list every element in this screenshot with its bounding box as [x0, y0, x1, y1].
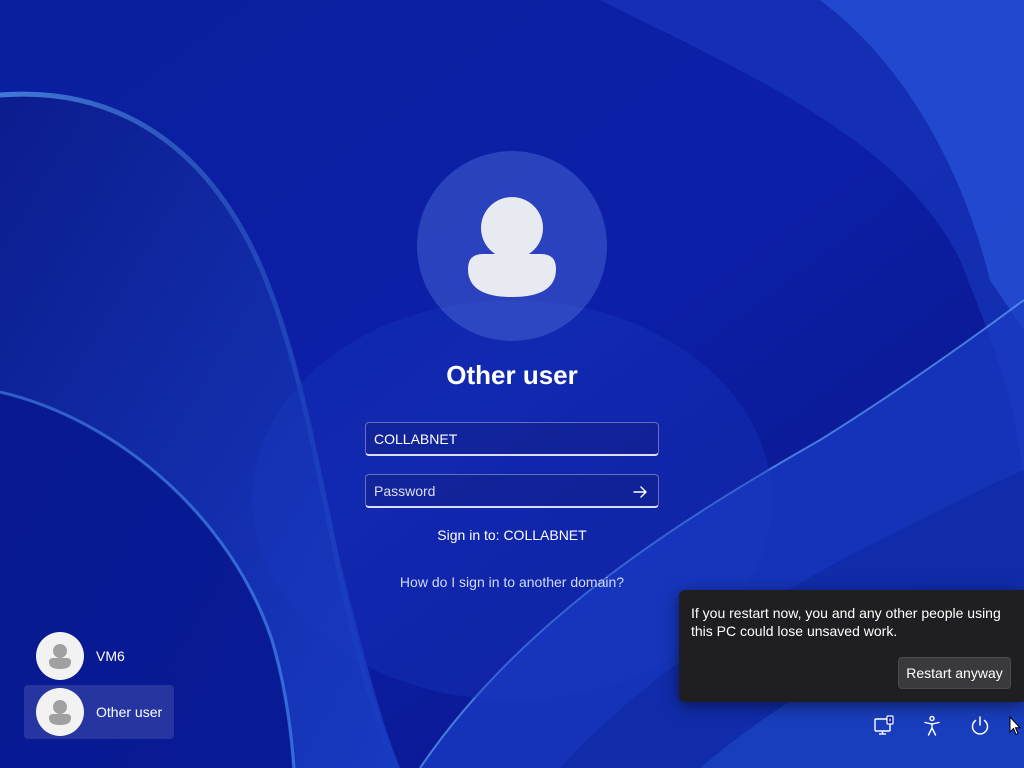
- power-icon[interactable]: [968, 714, 992, 738]
- user-tile-label: VM6: [96, 648, 125, 664]
- user-name-title: Other user: [446, 360, 578, 390]
- username-field[interactable]: [365, 422, 659, 456]
- accessibility-icon[interactable]: [920, 714, 944, 738]
- sign-in-to-text: Sign in to: COLLABNET: [437, 527, 587, 543]
- person-icon: [49, 700, 71, 725]
- restart-anyway-button[interactable]: Restart anyway: [898, 657, 1011, 689]
- restart-warning-popup: If you restart now, you and any other pe…: [679, 590, 1024, 702]
- person-icon: [49, 644, 71, 669]
- restart-warning-message: If you restart now, you and any other pe…: [691, 605, 1001, 639]
- password-field[interactable]: [365, 474, 659, 508]
- user-avatar: [417, 151, 607, 341]
- network-icon[interactable]: [872, 714, 896, 738]
- avatar: [36, 688, 84, 736]
- submit-arrow-icon[interactable]: [630, 482, 650, 502]
- user-tile-other-user[interactable]: Other user: [24, 685, 174, 739]
- password-input[interactable]: [366, 475, 658, 506]
- user-tile-label: Other user: [96, 704, 163, 720]
- other-domain-link[interactable]: How do I sign in to another domain?: [312, 574, 712, 590]
- mouse-cursor-icon: [1009, 716, 1021, 736]
- username-input[interactable]: [366, 423, 658, 454]
- avatar: [36, 632, 84, 680]
- user-tile-vm6[interactable]: VM6: [24, 629, 174, 683]
- person-icon: [468, 197, 556, 297]
